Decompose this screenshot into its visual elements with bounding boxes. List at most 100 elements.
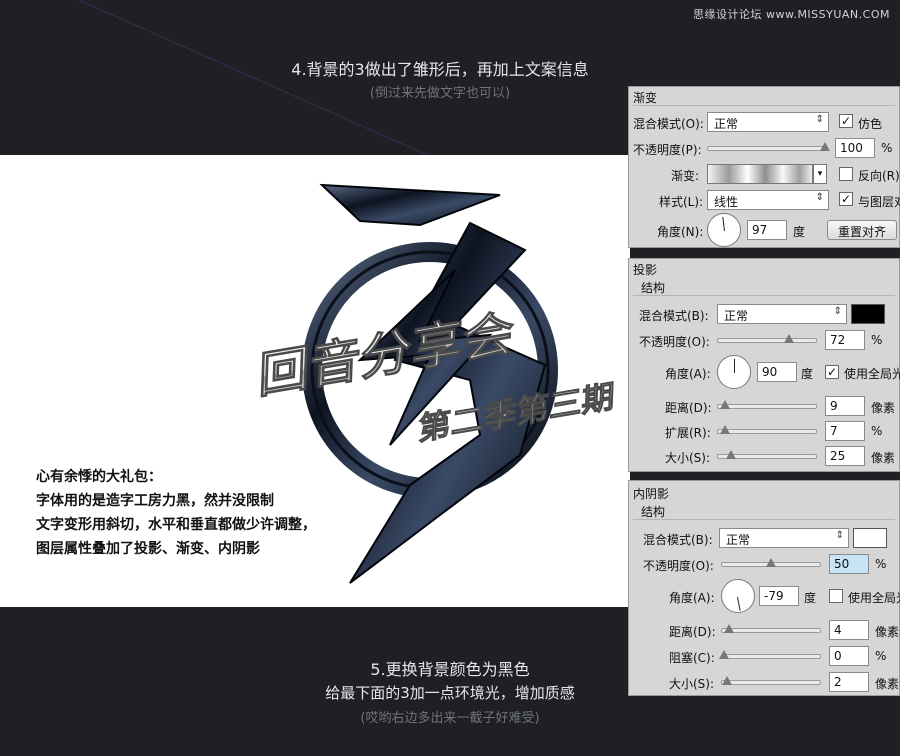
spread-input[interactable]: 7 <box>825 421 865 441</box>
angle-unit: 度 <box>804 591 817 605</box>
blend-mode-value: 正常 <box>726 533 751 547</box>
angle-dial[interactable] <box>717 355 751 389</box>
updown-icon: ⇕ <box>815 192 824 203</box>
gradient-swatch[interactable] <box>707 164 813 184</box>
angle-dial[interactable] <box>721 579 755 613</box>
slider-thumb[interactable] <box>720 400 730 409</box>
notes-block: 心有余悸的大礼包： 字体用的是造字工房力黑，然并没限制 文字变形用斜切，水平和垂… <box>36 465 316 561</box>
dither-checkbox[interactable]: ✓ <box>839 114 853 128</box>
opacity-slider[interactable] <box>717 334 817 343</box>
blend-mode-value: 正常 <box>714 117 739 131</box>
slider-thumb[interactable] <box>820 142 830 151</box>
blend-mode-label: 混合模式(O): <box>633 117 704 131</box>
blend-mode-select[interactable]: 正常 ⇕ <box>719 528 849 548</box>
angle-label: 角度(A): <box>669 591 715 605</box>
global-light-checkbox[interactable] <box>829 589 843 603</box>
watermark: 思缘设计论坛 www.MISSYUAN.COM <box>692 8 890 21</box>
divider <box>633 295 895 296</box>
panel-title: 内阴影 <box>633 487 670 501</box>
gradient-label: 渐变: <box>671 169 700 183</box>
panel-title: 投影 <box>633 263 658 277</box>
note-line: 字体用的是造字工房力黑，然并没限制 <box>36 493 274 509</box>
opacity-input[interactable]: 72 <box>825 330 865 350</box>
spread-slider[interactable] <box>717 425 817 434</box>
opacity-slider[interactable] <box>721 558 821 567</box>
shadow-color-swatch[interactable] <box>851 304 885 324</box>
angle-hand <box>722 216 725 231</box>
size-input[interactable]: 25 <box>825 446 865 466</box>
angle-input[interactable]: -79 <box>759 586 799 606</box>
style-label: 样式(L): <box>659 195 704 209</box>
blend-mode-select[interactable]: 正常 ⇕ <box>717 304 847 324</box>
blend-mode-label: 混合模式(B): <box>643 533 713 547</box>
step5-description: 给最下面的3加一点环境光，增加质感 <box>325 684 575 702</box>
slider-thumb[interactable] <box>720 425 730 434</box>
spread-unit: % <box>871 424 883 438</box>
global-light-checkbox[interactable]: ✓ <box>825 365 839 379</box>
opacity-input[interactable]: 50 <box>829 554 869 574</box>
distance-unit: 像素 <box>871 401 896 415</box>
panel-title: 渐变 <box>633 91 658 105</box>
angle-input[interactable]: 90 <box>757 362 797 382</box>
opacity-unit: % <box>871 333 883 347</box>
updown-icon: ⇕ <box>833 306 842 317</box>
size-unit: 像素 <box>871 451 896 465</box>
three-top-blade <box>319 183 501 227</box>
angle-unit: 度 <box>793 225 806 239</box>
align-with-layer-checkbox[interactable]: ✓ <box>839 192 853 206</box>
angle-hand <box>737 597 741 611</box>
note-line: 文字变形用斜切，水平和垂直都做少许调整， <box>36 517 316 533</box>
artwork-canvas: 回音分享会 第二季第三期 心有余悸的大礼包： 字体用的是造字工房力黑，然并没限制… <box>0 155 630 607</box>
slider-thumb[interactable] <box>726 450 736 459</box>
divider <box>633 519 895 520</box>
blend-mode-select[interactable]: 正常 ⇕ <box>707 112 829 132</box>
size-label: 大小(S): <box>665 451 711 465</box>
angle-label: 角度(A): <box>665 367 711 381</box>
structure-label: 结构 <box>641 505 666 519</box>
drop-shadow-panel: 投影 结构 混合模式(B): 正常 ⇕ 不透明度(O): 72 % 角度(A): … <box>628 258 900 472</box>
reverse-checkbox[interactable] <box>839 167 853 181</box>
gradient-dropdown-icon[interactable]: ▾ <box>813 164 827 184</box>
opacity-input[interactable]: 100 <box>835 138 875 158</box>
slider-thumb[interactable] <box>724 624 734 633</box>
distance-slider[interactable] <box>717 400 817 409</box>
divider <box>633 105 895 106</box>
opacity-unit: % <box>875 557 887 571</box>
updown-icon: ⇕ <box>815 114 824 125</box>
slider-thumb[interactable] <box>784 334 794 343</box>
global-light-label: 使用全局光 <box>848 591 900 605</box>
distance-input[interactable]: 9 <box>825 396 865 416</box>
distance-slider[interactable] <box>721 624 821 633</box>
slider-thumb[interactable] <box>766 558 776 567</box>
angle-dial[interactable] <box>707 213 741 247</box>
angle-hand <box>734 359 735 373</box>
opacity-label: 不透明度(O): <box>639 335 710 349</box>
distance-label: 距离(D): <box>665 401 712 415</box>
note-line: 图层属性叠加了投影、渐变、内阴影 <box>36 541 260 557</box>
updown-icon: ⇕ <box>835 530 844 541</box>
reset-alignment-button[interactable]: 重置对齐 <box>827 220 898 240</box>
note-line: 心有余悸的大礼包： <box>36 469 162 485</box>
size-slider[interactable] <box>717 450 817 459</box>
style-select[interactable]: 线性 ⇕ <box>707 190 829 210</box>
opacity-label: 不透明度(P): <box>633 143 702 157</box>
angle-label: 角度(N): <box>657 225 704 239</box>
opacity-slider[interactable] <box>707 142 830 151</box>
global-light-label: 使用全局光 <box>844 367 900 381</box>
blend-mode-value: 正常 <box>724 309 749 323</box>
distance-unit: 像素 <box>875 625 900 639</box>
angle-input[interactable]: 97 <box>747 220 787 240</box>
dither-label: 仿色 <box>858 117 883 131</box>
distance-input[interactable]: 4 <box>829 620 869 640</box>
reverse-label: 反向(R) <box>858 169 900 183</box>
blend-mode-label: 混合模式(B): <box>639 309 709 323</box>
opacity-label: 不透明度(O): <box>643 559 714 573</box>
style-value: 线性 <box>714 195 739 209</box>
spread-label: 扩展(R): <box>665 426 711 440</box>
gradient-overlay-panel: 渐变 混合模式(O): 正常 ⇕ ✓ 仿色 不透明度(P): 100 % 渐变: … <box>628 86 900 248</box>
step5-subtitle: (哎哟右边多出来一截子好难受) <box>360 711 540 726</box>
angle-unit: 度 <box>801 367 814 381</box>
shadow-color-swatch[interactable] <box>853 528 887 548</box>
step5-title: 5.更换背景颜色为黑色 <box>370 660 530 679</box>
opacity-unit: % <box>881 141 893 155</box>
